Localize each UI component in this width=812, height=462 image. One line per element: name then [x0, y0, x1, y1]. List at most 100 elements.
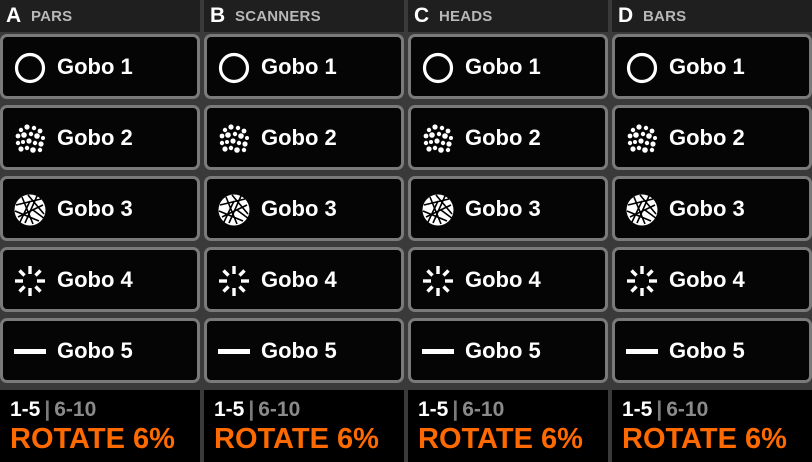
shattered-disc-icon	[13, 193, 47, 227]
dot-cluster-icon	[217, 122, 251, 156]
column-footer: 1-5 | 6-10 ROTATE 6%	[204, 390, 404, 462]
column-letter: A	[6, 4, 22, 27]
page-selector: 1-5 | 6-10	[10, 398, 96, 422]
gobo-label: Gobo 5	[57, 338, 133, 363]
gobo-label: Gobo 2	[465, 125, 541, 150]
gobo-label: Gobo 3	[465, 196, 541, 221]
rotate-control[interactable]: ROTATE 6%	[418, 423, 583, 455]
page-1-5-tab[interactable]: 1-5	[418, 398, 448, 421]
column-header: D BARS	[612, 0, 812, 32]
gobo-4-button[interactable]: Gobo 4	[408, 247, 608, 312]
starburst-icon	[421, 264, 455, 298]
column-footer: 1-5 | 6-10 ROTATE 6%	[612, 390, 812, 462]
open-circle-icon	[13, 51, 47, 85]
starburst-icon	[217, 264, 251, 298]
gobo-3-button[interactable]: Gobo 3	[0, 176, 200, 241]
gobo-2-button[interactable]: Gobo 2	[0, 105, 200, 170]
rotate-control[interactable]: ROTATE 6%	[622, 423, 787, 455]
rotate-control[interactable]: ROTATE 6%	[10, 423, 175, 455]
gobo-label: Gobo 3	[261, 196, 337, 221]
fixture-column-a: A PARS Gobo 1 Gobo 2 Gobo 3 Gobo 4 Gobo 5 1-5 | 6…	[0, 0, 200, 462]
page-separator: |	[656, 398, 663, 421]
column-footer: 1-5 | 6-10 ROTATE 6%	[0, 390, 200, 462]
gobo-label: Gobo 1	[57, 54, 133, 79]
page-selector: 1-5 | 6-10	[214, 398, 300, 422]
gobo-1-button[interactable]: Gobo 1	[0, 34, 200, 99]
starburst-icon	[625, 264, 659, 298]
bar-line-icon	[625, 335, 659, 369]
bar-line-icon	[421, 335, 455, 369]
gobo-label: Gobo 3	[669, 196, 745, 221]
gobo-label: Gobo 5	[465, 338, 541, 363]
fixture-column-c: C HEADS Gobo 1 Gobo 2 Gobo 3 Gobo 4 Gobo 5 1-5 |…	[408, 0, 608, 462]
dot-cluster-icon	[625, 122, 659, 156]
page-1-5-tab[interactable]: 1-5	[214, 398, 244, 421]
page-1-5-tab[interactable]: 1-5	[10, 398, 40, 421]
gobo-label: Gobo 5	[669, 338, 745, 363]
column-header: B SCANNERS	[204, 0, 404, 32]
gobo-label: Gobo 4	[261, 267, 337, 292]
page-selector: 1-5 | 6-10	[418, 398, 504, 422]
gobo-label: Gobo 2	[261, 125, 337, 150]
fixture-column-b: B SCANNERS Gobo 1 Gobo 2 Gobo 3 Gobo 4 Gobo 5 1…	[204, 0, 404, 462]
column-letter: B	[210, 4, 226, 27]
gobo-label: Gobo 4	[669, 267, 745, 292]
page-selector: 1-5 | 6-10	[622, 398, 708, 422]
gobo-1-button[interactable]: Gobo 1	[204, 34, 404, 99]
page-6-10-tab[interactable]: 6-10	[54, 398, 96, 421]
shattered-disc-icon	[421, 193, 455, 227]
gobo-5-button[interactable]: Gobo 5	[0, 318, 200, 383]
dot-cluster-icon	[13, 122, 47, 156]
gobo-label: Gobo 1	[669, 54, 745, 79]
gobo-label: Gobo 3	[57, 196, 133, 221]
gobo-4-button[interactable]: Gobo 4	[0, 247, 200, 312]
page-1-5-tab[interactable]: 1-5	[622, 398, 652, 421]
gobo-2-button[interactable]: Gobo 2	[408, 105, 608, 170]
open-circle-icon	[625, 51, 659, 85]
gobo-label: Gobo 2	[57, 125, 133, 150]
gobo-5-button[interactable]: Gobo 5	[612, 318, 812, 383]
gobo-3-button[interactable]: Gobo 3	[612, 176, 812, 241]
gobo-label: Gobo 4	[57, 267, 133, 292]
column-name: HEADS	[439, 8, 493, 25]
gobo-2-button[interactable]: Gobo 2	[612, 105, 812, 170]
column-header: A PARS	[0, 0, 200, 32]
gobo-5-button[interactable]: Gobo 5	[408, 318, 608, 383]
shattered-disc-icon	[625, 193, 659, 227]
page-separator: |	[248, 398, 255, 421]
column-header: C HEADS	[408, 0, 608, 32]
gobo-3-button[interactable]: Gobo 3	[204, 176, 404, 241]
starburst-icon	[13, 264, 47, 298]
gobo-2-button[interactable]: Gobo 2	[204, 105, 404, 170]
column-name: BARS	[643, 8, 687, 25]
open-circle-icon	[421, 51, 455, 85]
gobo-5-button[interactable]: Gobo 5	[204, 318, 404, 383]
page-6-10-tab[interactable]: 6-10	[258, 398, 300, 421]
gobo-label: Gobo 5	[261, 338, 337, 363]
fixture-column-d: D BARS Gobo 1 Gobo 2 Gobo 3 Gobo 4 Gobo 5 1-5 | 6…	[612, 0, 812, 462]
page-separator: |	[452, 398, 459, 421]
column-letter: D	[618, 4, 634, 27]
gobo-4-button[interactable]: Gobo 4	[204, 247, 404, 312]
gobo-label: Gobo 2	[669, 125, 745, 150]
gobo-3-button[interactable]: Gobo 3	[408, 176, 608, 241]
page-6-10-tab[interactable]: 6-10	[462, 398, 504, 421]
rotate-control[interactable]: ROTATE 6%	[214, 423, 379, 455]
gobo-1-button[interactable]: Gobo 1	[408, 34, 608, 99]
column-letter: C	[414, 4, 430, 27]
gobo-4-button[interactable]: Gobo 4	[612, 247, 812, 312]
column-name: PARS	[31, 8, 73, 25]
dot-cluster-icon	[421, 122, 455, 156]
column-footer: 1-5 | 6-10 ROTATE 6%	[408, 390, 608, 462]
page-separator: |	[44, 398, 51, 421]
open-circle-icon	[217, 51, 251, 85]
gobo-label: Gobo 4	[465, 267, 541, 292]
column-name: SCANNERS	[235, 8, 321, 25]
gobo-label: Gobo 1	[465, 54, 541, 79]
bar-line-icon	[13, 335, 47, 369]
bar-line-icon	[217, 335, 251, 369]
shattered-disc-icon	[217, 193, 251, 227]
page-6-10-tab[interactable]: 6-10	[666, 398, 708, 421]
gobo-1-button[interactable]: Gobo 1	[612, 34, 812, 99]
gobo-label: Gobo 1	[261, 54, 337, 79]
